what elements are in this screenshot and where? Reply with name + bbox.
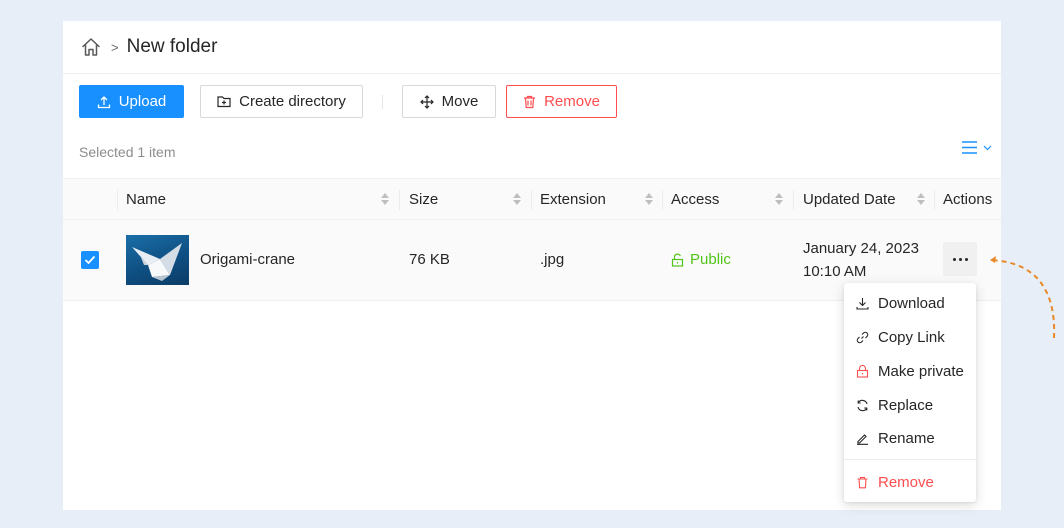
menu-item-make-private[interactable]: Make private — [844, 355, 976, 387]
column-header-size[interactable]: Size — [409, 179, 438, 220]
column-header-actions: Actions — [943, 191, 993, 208]
column-separator — [662, 190, 663, 210]
menu-item-label: Remove — [878, 473, 934, 491]
annotation-arrow — [989, 256, 1056, 339]
create-directory-label: Create directory — [239, 93, 346, 110]
table-header: Name Size Extension Access Updated Date … — [63, 178, 1001, 220]
trash-icon — [524, 95, 536, 108]
sort-icon[interactable] — [513, 193, 521, 205]
remove-label: Remove — [544, 93, 600, 110]
lock-icon — [856, 364, 869, 378]
toolbar-divider — [382, 94, 383, 109]
refresh-icon — [856, 399, 869, 412]
column-header-updated-date[interactable]: Updated Date — [803, 179, 896, 220]
row-actions-button[interactable] — [943, 242, 977, 276]
menu-item-label: Rename — [878, 429, 935, 447]
file-name[interactable]: Origami-crane — [200, 251, 295, 268]
column-header-name[interactable]: Name — [126, 179, 166, 220]
file-extension: .jpg — [540, 251, 565, 268]
menu-item-label: Make private — [878, 362, 964, 380]
menu-item-copy-link[interactable]: Copy Link — [844, 321, 976, 353]
column-separator — [117, 190, 118, 210]
breadcrumb: > New folder — [63, 21, 1001, 74]
upload-icon — [97, 95, 110, 108]
column-header-extension[interactable]: Extension — [540, 179, 606, 220]
menu-item-rename[interactable]: Rename — [844, 422, 976, 454]
upload-label: Upload — [118, 93, 167, 110]
menu-item-remove[interactable]: Remove — [844, 466, 976, 498]
download-icon — [856, 297, 869, 310]
move-button[interactable]: Move — [402, 85, 496, 118]
menu-item-download[interactable]: Download — [844, 287, 976, 319]
updated-date: January 24, 2023 — [803, 240, 919, 257]
link-icon — [856, 331, 869, 344]
check-icon — [84, 255, 96, 265]
menu-item-label: Replace — [878, 396, 934, 414]
sort-icon[interactable] — [381, 193, 389, 205]
chevron-down-icon — [983, 145, 992, 150]
menu-item-label: Download — [878, 294, 945, 312]
updated-time: 10:10 AM — [803, 263, 867, 280]
breadcrumb-current-folder: New folder — [126, 36, 218, 57]
unlock-icon — [671, 253, 684, 267]
create-directory-button[interactable]: Create directory — [200, 85, 363, 118]
move-label: Move — [441, 93, 479, 110]
move-icon — [419, 94, 434, 109]
more-icon — [952, 257, 968, 261]
column-separator — [793, 190, 794, 210]
access-status: Public — [671, 251, 731, 268]
folder-add-icon — [217, 96, 231, 108]
sort-icon[interactable] — [775, 193, 783, 205]
remove-button[interactable]: Remove — [506, 85, 617, 118]
file-size: 76 KB — [409, 251, 450, 268]
row-checkbox[interactable] — [81, 251, 99, 269]
column-separator — [399, 190, 400, 210]
selection-count: Selected 1 item — [79, 144, 176, 160]
menu-divider — [844, 459, 976, 460]
file-thumbnail — [126, 235, 189, 285]
access-label: Public — [690, 251, 731, 268]
sort-icon[interactable] — [645, 193, 653, 205]
home-icon[interactable] — [80, 36, 102, 58]
upload-button[interactable]: Upload — [79, 85, 184, 118]
column-header-access[interactable]: Access — [671, 179, 719, 220]
menu-item-replace[interactable]: Replace — [844, 389, 976, 421]
actions-dropdown-menu: Download Copy Link Make private Replace … — [844, 283, 976, 502]
menu-item-label: Copy Link — [878, 328, 945, 346]
view-mode-dropdown[interactable] — [962, 141, 992, 154]
toolbar: Upload Create directory Move Remove — [79, 85, 617, 118]
column-separator — [934, 190, 935, 210]
edit-icon — [856, 432, 869, 445]
column-separator — [531, 190, 532, 210]
list-view-icon — [962, 141, 977, 154]
sort-icon[interactable] — [917, 193, 925, 205]
breadcrumb-separator: > — [111, 39, 119, 55]
trash-icon — [856, 476, 869, 489]
